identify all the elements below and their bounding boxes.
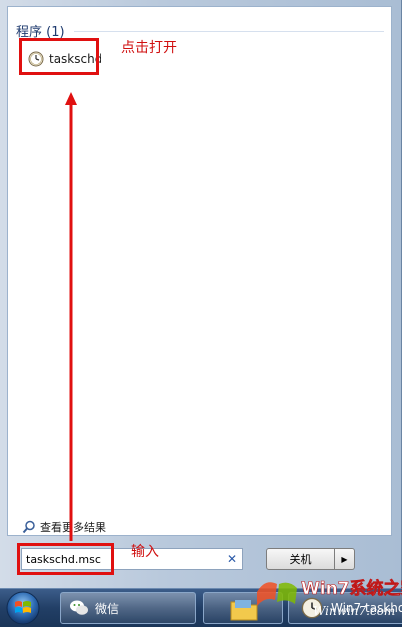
clock-icon (301, 597, 323, 619)
taskbar-app-label: Win7 taskhost (331, 601, 402, 615)
wechat-icon (70, 600, 88, 615)
folder-icon (230, 600, 258, 621)
taskbar-app-explorer[interactable] (203, 592, 283, 624)
taskbar-app-wechat[interactable]: 微信 (60, 592, 196, 624)
taskbar-app-taskschd[interactable]: Win7 taskhost (288, 592, 402, 624)
taskbar: 微信 Win7 taskhost (0, 588, 402, 627)
taskbar-app-label: 微信 (95, 601, 120, 616)
windows-orb-icon[interactable] (4, 590, 42, 626)
annotation-arrow (65, 92, 77, 541)
